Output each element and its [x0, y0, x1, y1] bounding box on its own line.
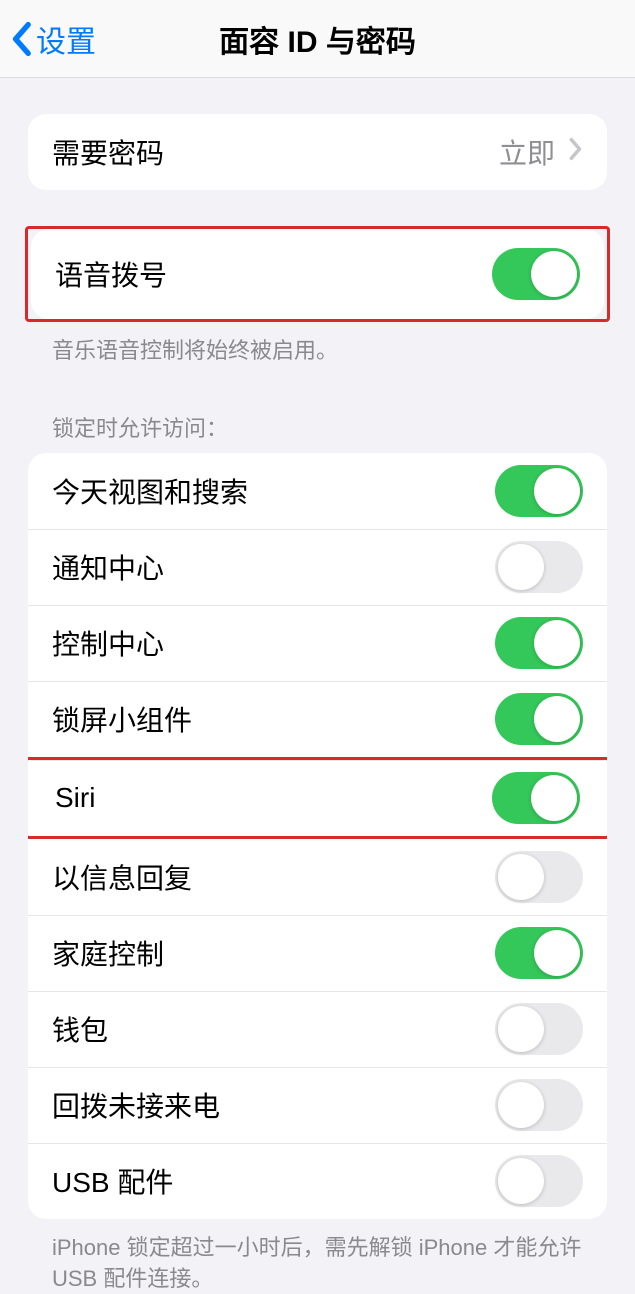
wallet-row: 钱包 [28, 991, 607, 1067]
voice-dial-highlight: 语音拨号 [25, 226, 610, 322]
today-view-row: 今天视图和搜索 [28, 453, 607, 529]
today-view-toggle[interactable] [495, 465, 583, 517]
siri-toggle[interactable] [492, 772, 580, 824]
voice-dial-row: 语音拨号 [31, 229, 604, 319]
page-title: 面容 ID 与密码 [219, 17, 416, 61]
navigation-bar: 设置 面容 ID 与密码 [0, 0, 635, 78]
siri-highlight: Siri [28, 757, 607, 839]
voice-dial-group: 语音拨号 [31, 229, 604, 319]
notification-center-label: 通知中心 [52, 547, 164, 587]
back-label: 设置 [36, 17, 96, 61]
control-center-toggle[interactable] [495, 617, 583, 669]
return-calls-row: 回拨未接来电 [28, 1067, 607, 1143]
notification-center-row: 通知中心 [28, 529, 607, 605]
home-control-label: 家庭控制 [52, 933, 164, 973]
siri-row: Siri [31, 760, 604, 836]
lock-access-header: 锁定时允许访问： [28, 411, 607, 453]
control-center-label: 控制中心 [52, 623, 164, 663]
return-calls-toggle[interactable] [495, 1079, 583, 1131]
lock-access-group: 今天视图和搜索 通知中心 控制中心 锁屏小组件 Siri 以信息回复 家庭控制 [28, 453, 607, 1219]
voice-dial-label: 语音拨号 [55, 254, 167, 294]
usb-footer: iPhone 锁定超过一小时后，需先解锁 iPhone 才能允许 USB 配件连… [28, 1219, 607, 1294]
require-passcode-row[interactable]: 需要密码 立即 [28, 114, 607, 190]
wallet-toggle[interactable] [495, 1003, 583, 1055]
home-control-row: 家庭控制 [28, 915, 607, 991]
require-passcode-label: 需要密码 [52, 132, 164, 172]
lockscreen-widgets-label: 锁屏小组件 [52, 699, 192, 739]
require-passcode-value: 立即 [499, 132, 583, 172]
require-passcode-group: 需要密码 立即 [28, 114, 607, 190]
lockscreen-widgets-row: 锁屏小组件 [28, 681, 607, 757]
chevron-left-icon [10, 21, 32, 57]
usb-accessories-row: USB 配件 [28, 1143, 607, 1219]
reply-message-toggle[interactable] [495, 851, 583, 903]
voice-dial-toggle[interactable] [492, 248, 580, 300]
chevron-right-icon [569, 136, 583, 168]
back-button[interactable]: 设置 [10, 17, 96, 61]
today-view-label: 今天视图和搜索 [52, 471, 248, 511]
return-calls-label: 回拨未接来电 [52, 1085, 220, 1125]
siri-label: Siri [55, 782, 95, 814]
usb-accessories-label: USB 配件 [52, 1161, 173, 1201]
control-center-row: 控制中心 [28, 605, 607, 681]
voice-dial-footer: 音乐语音控制将始终被启用。 [28, 322, 607, 367]
lockscreen-widgets-toggle[interactable] [495, 693, 583, 745]
usb-accessories-toggle[interactable] [495, 1155, 583, 1207]
notification-center-toggle[interactable] [495, 541, 583, 593]
reply-message-row: 以信息回复 [28, 839, 607, 915]
home-control-toggle[interactable] [495, 927, 583, 979]
wallet-label: 钱包 [52, 1009, 108, 1049]
reply-message-label: 以信息回复 [52, 857, 192, 897]
